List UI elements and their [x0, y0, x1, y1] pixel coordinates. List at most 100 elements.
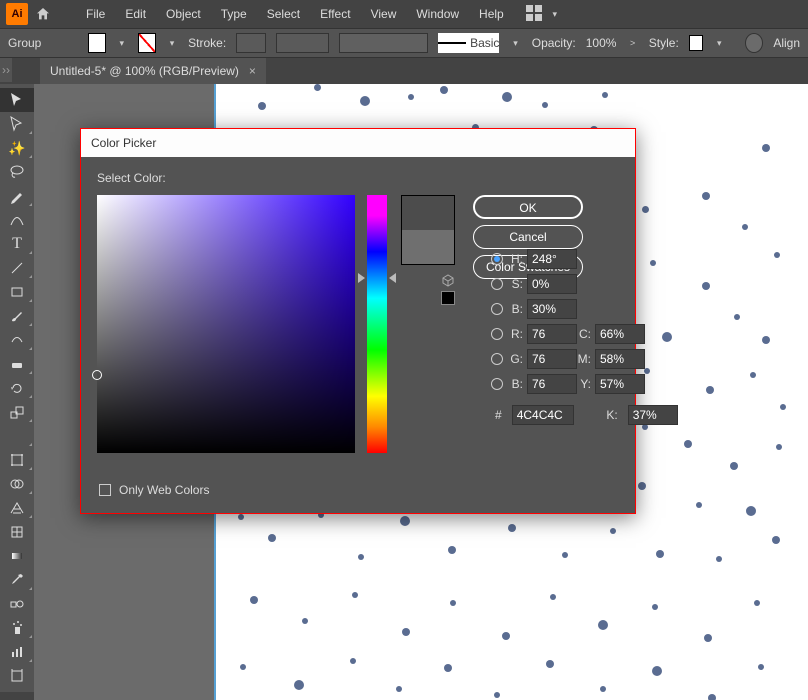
scatter-dot[interactable]: [780, 404, 786, 410]
scatter-dot[interactable]: [638, 482, 646, 490]
red-radio[interactable]: [491, 328, 503, 340]
hex-input[interactable]: 4C4C4C: [512, 405, 574, 425]
scatter-dot[interactable]: [706, 386, 714, 394]
scatter-dot[interactable]: [240, 664, 246, 670]
style-dropdown-icon[interactable]: ▾: [713, 33, 725, 53]
column-graph-tool[interactable]: [0, 640, 34, 664]
scatter-dot[interactable]: [550, 594, 556, 600]
home-icon[interactable]: [32, 3, 54, 25]
lasso-tool[interactable]: [0, 160, 34, 184]
brush-dropdown-icon[interactable]: ▾: [509, 33, 521, 53]
m-input[interactable]: 58%: [595, 349, 645, 369]
scatter-dot[interactable]: [400, 516, 410, 526]
menu-effect[interactable]: Effect: [310, 3, 360, 25]
curvature-tool[interactable]: [0, 208, 34, 232]
scatter-dot[interactable]: [360, 96, 370, 106]
shape-builder-tool[interactable]: [0, 472, 34, 496]
width-tool[interactable]: [0, 424, 34, 448]
hue-radio[interactable]: [491, 253, 503, 265]
scatter-dot[interactable]: [238, 514, 244, 520]
scatter-dot[interactable]: [546, 660, 554, 668]
magic-wand-tool[interactable]: ✨: [0, 136, 34, 160]
websafe-color-swatch[interactable]: [441, 291, 455, 305]
menu-window[interactable]: Window: [406, 3, 469, 25]
menu-select[interactable]: Select: [257, 3, 310, 25]
c-input[interactable]: 66%: [595, 324, 645, 344]
document-setup-icon[interactable]: [745, 33, 763, 53]
scatter-dot[interactable]: [302, 618, 308, 624]
type-tool[interactable]: T: [0, 232, 34, 256]
ok-button[interactable]: OK: [473, 195, 583, 219]
scatter-dot[interactable]: [314, 84, 321, 91]
scatter-dot[interactable]: [494, 692, 500, 698]
scatter-dot[interactable]: [402, 628, 410, 636]
rotate-tool[interactable]: [0, 376, 34, 400]
paintbrush-tool[interactable]: [0, 304, 34, 328]
saturation-value-field[interactable]: [97, 195, 355, 453]
free-transform-tool[interactable]: [0, 448, 34, 472]
y-input[interactable]: 57%: [595, 374, 645, 394]
shaper-tool[interactable]: [0, 328, 34, 352]
only-web-colors-checkbox[interactable]: Only Web Colors: [99, 483, 209, 497]
g-input[interactable]: 76: [527, 349, 577, 369]
scatter-dot[interactable]: [652, 604, 658, 610]
pen-tool[interactable]: [0, 184, 34, 208]
cancel-button[interactable]: Cancel: [473, 225, 583, 249]
menu-view[interactable]: View: [361, 3, 407, 25]
fill-swatch[interactable]: [88, 33, 106, 53]
line-segment-tool[interactable]: [0, 256, 34, 280]
scatter-dot[interactable]: [754, 600, 760, 606]
saturation-radio[interactable]: [491, 278, 503, 290]
gradient-tool[interactable]: [0, 544, 34, 568]
scatter-dot[interactable]: [358, 554, 364, 560]
scatter-dot[interactable]: [502, 92, 512, 102]
scatter-dot[interactable]: [652, 666, 662, 676]
scatter-dot[interactable]: [440, 86, 448, 94]
scatter-dot[interactable]: [502, 632, 510, 640]
scatter-dot[interactable]: [704, 634, 712, 642]
scatter-dot[interactable]: [746, 506, 756, 516]
menu-file[interactable]: File: [76, 3, 115, 25]
scatter-dot[interactable]: [772, 536, 780, 544]
selection-tool[interactable]: [0, 88, 34, 112]
green-radio[interactable]: [491, 353, 503, 365]
current-color-preview[interactable]: [402, 230, 454, 264]
artboard-tool[interactable]: [0, 664, 34, 688]
out-of-gamut-icon[interactable]: [441, 273, 455, 287]
scatter-dot[interactable]: [734, 314, 740, 320]
scatter-dot[interactable]: [602, 92, 608, 98]
perspective-grid-tool[interactable]: [0, 496, 34, 520]
scatter-dot[interactable]: [450, 600, 456, 606]
scatter-dot[interactable]: [758, 664, 764, 670]
eyedropper-tool[interactable]: [0, 568, 34, 592]
rectangle-tool[interactable]: [0, 280, 34, 304]
scatter-dot[interactable]: [774, 252, 780, 258]
scatter-dot[interactable]: [650, 260, 656, 266]
bb-input[interactable]: 76: [527, 374, 577, 394]
menu-object[interactable]: Object: [156, 3, 211, 25]
r-input[interactable]: 76: [527, 324, 577, 344]
stroke-swatch[interactable]: [138, 33, 156, 53]
scatter-dot[interactable]: [776, 444, 782, 450]
blue-radio[interactable]: [491, 378, 503, 390]
scatter-dot[interactable]: [250, 596, 258, 604]
scatter-dot[interactable]: [542, 102, 548, 108]
scatter-dot[interactable]: [684, 440, 692, 448]
s-input[interactable]: 0%: [527, 274, 577, 294]
scale-tool[interactable]: [0, 400, 34, 424]
scatter-dot[interactable]: [762, 144, 770, 152]
scatter-dot[interactable]: [562, 552, 568, 558]
h-input[interactable]: 248°: [527, 249, 577, 269]
scatter-dot[interactable]: [702, 192, 710, 200]
brush-definition-dropdown[interactable]: [339, 33, 427, 53]
b-input[interactable]: 30%: [527, 299, 577, 319]
scatter-dot[interactable]: [444, 664, 452, 672]
scatter-dot[interactable]: [656, 550, 664, 558]
scatter-dot[interactable]: [600, 686, 606, 692]
align-label[interactable]: Align: [773, 36, 800, 50]
scatter-dot[interactable]: [642, 206, 649, 213]
menu-edit[interactable]: Edit: [115, 3, 156, 25]
scatter-dot[interactable]: [610, 528, 616, 534]
stroke-weight-input[interactable]: [236, 33, 266, 53]
opacity-value[interactable]: 100%: [586, 36, 617, 50]
